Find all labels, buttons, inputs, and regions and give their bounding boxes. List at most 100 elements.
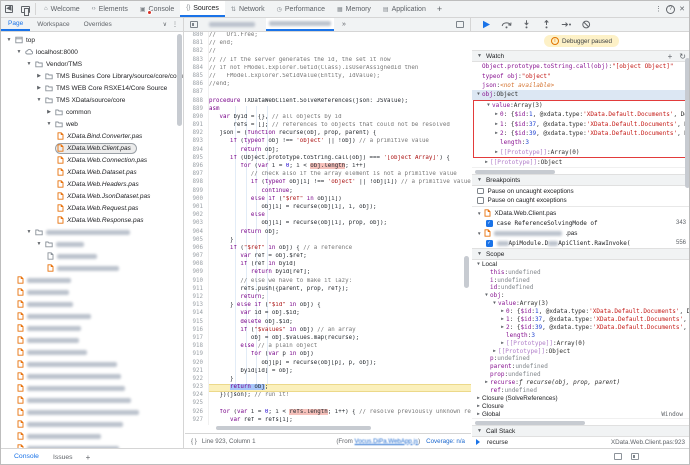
line-number[interactable]: 896 [185, 163, 209, 172]
code-line-909[interactable]: 909 return byid[ref]; [185, 269, 471, 278]
expander-icon[interactable]: ▶ [475, 412, 482, 417]
line-number[interactable]: 913 [185, 302, 209, 311]
tree-item-redacted[interactable] [1, 406, 177, 418]
code-line-883[interactable]: 883// // If the server generates the id,… [185, 56, 471, 65]
tree-item-redacted[interactable] [1, 394, 177, 406]
breakpoints-section-header[interactable]: ▼ Breakpoints [472, 174, 689, 187]
line-number[interactable]: 885 [185, 72, 209, 82]
tab-elements[interactable]: ‹› Elements [86, 1, 134, 17]
scope-row[interactable]: ▶ Closure (SolveReferences) [472, 394, 689, 402]
expander-icon[interactable]: ▶ [475, 396, 482, 401]
step-into-button[interactable] [521, 20, 532, 29]
expander-icon[interactable]: ▶ [491, 349, 498, 354]
line-number[interactable]: 899 [185, 187, 209, 196]
editor-tab[interactable] [206, 18, 258, 31]
code-line-915[interactable]: 915 delete obj.$id; [185, 318, 471, 327]
watch-row[interactable]: ▶ [[Prototype]]: Array(0) [474, 148, 687, 157]
line-number[interactable]: 918 [185, 343, 209, 352]
sourcemap-link[interactable]: Vocus.DiPa.WebApp.js [355, 438, 419, 445]
code-line-897[interactable]: 897 // check also if the array element i… [185, 171, 471, 180]
overflow-menu-icon[interactable]: ⋮ [172, 21, 178, 28]
line-number[interactable]: 905 [185, 236, 209, 245]
code-line-892[interactable]: 892 json = (function recurse(obj, prop, … [185, 130, 471, 139]
tab-console[interactable]: ▣ Console [134, 1, 180, 17]
line-number[interactable]: 891 [185, 122, 209, 131]
expander-icon[interactable]: ▼ [15, 49, 23, 55]
line-number[interactable]: 921 [185, 367, 209, 376]
scope-row[interactable]: ▶ recurse: ƒ recurse(obj, prop, parent) [472, 379, 689, 387]
scope-row[interactable]: ▼ Local [472, 260, 689, 268]
coverage-link[interactable]: Coverage: n/a [426, 438, 465, 445]
call-stack-section-header[interactable]: ▼ Call Stack [472, 425, 689, 438]
line-number[interactable]: 898 [185, 179, 209, 188]
more-menu-icon[interactable]: ⋮ [655, 5, 662, 13]
scope-row[interactable]: ▶ [[Prototype]]: Array(0) [472, 339, 689, 347]
expander-icon[interactable]: ▶ [493, 112, 500, 117]
scope-row[interactable]: prop: undefined [472, 371, 689, 379]
tree-item-top[interactable]: ▼ top [1, 34, 177, 46]
line-number[interactable]: 906 [185, 244, 209, 254]
navigator-tab-workspace[interactable]: Workspace [30, 18, 76, 31]
line-number[interactable]: 887 [185, 89, 209, 98]
drawer-tab-console[interactable]: Console [7, 449, 46, 464]
line-number[interactable]: 894 [185, 146, 209, 155]
checkbox-unchecked[interactable] [477, 197, 484, 204]
expander-icon[interactable]: ▶ [499, 317, 506, 322]
line-number[interactable]: 917 [185, 334, 209, 344]
drawer-tab-issues[interactable]: Issues [46, 449, 80, 464]
step-over-button[interactable] [501, 20, 512, 29]
checkbox-unchecked[interactable] [477, 187, 484, 195]
line-number[interactable]: 907 [185, 253, 209, 262]
expander-icon[interactable]: ▼ [475, 262, 482, 267]
code-line-887[interactable]: 887 [185, 89, 471, 98]
tree-item-redacted[interactable] [1, 250, 177, 262]
call-stack-frame[interactable]: recurse XData.Web.Client.pas:923 [472, 437, 689, 447]
tree-item-tms-busines-core-library-source-core-common[interactable]: ▶ TMS Busines Core Library/source/core/co… [1, 70, 183, 82]
watch-row[interactable]: ▼ obj : Object [472, 90, 689, 100]
code-line-891[interactable]: 891 refs = []; // references to objects … [185, 122, 471, 131]
expander-icon[interactable]: ▶ [35, 73, 43, 79]
expander-icon[interactable]: ▶ [483, 160, 490, 165]
scope-row[interactable]: this: undefined [472, 268, 689, 276]
code-line-924[interactable]: 924 })(json); // run it! [185, 392, 471, 401]
code-line-898[interactable]: 898 if (typeof obj[i] !== 'object' || !o… [185, 179, 471, 188]
line-number[interactable]: 922 [185, 375, 209, 385]
tab-sources[interactable]: {} Sources [180, 1, 225, 17]
watch-horizontal-scrollbar[interactable] [472, 167, 689, 174]
expander-icon[interactable]: ▼ [5, 37, 13, 43]
watch-row[interactable]: ▶ 2: {$id: 39, @xdata.type: 'XData.Defaul… [474, 129, 687, 138]
tree-item-web[interactable]: ▼ web [1, 118, 177, 130]
scope-section-header[interactable]: ▼ Scope [472, 248, 689, 261]
code-line-921[interactable]: 921 byid[id] = obj; [185, 367, 471, 376]
watch-row[interactable]: length: 3 [474, 138, 687, 147]
scope-row[interactable]: id: undefined [472, 284, 689, 292]
expander-icon[interactable]: ▼ [35, 241, 43, 247]
tree-item-redacted[interactable] [1, 430, 177, 442]
tree-item-xdata-bind-converter-pas[interactable]: XData.Bind.Converter.pas [1, 130, 177, 142]
scope-row[interactable]: length: 3 [472, 331, 689, 339]
tree-item-xdata-web-jsondataset-pas[interactable]: XData.Web.JsonDataset.pas [1, 190, 177, 202]
tab-welcome[interactable]: ⌂ Welcome [38, 1, 86, 17]
step-out-button[interactable] [541, 20, 552, 29]
scope-row[interactable]: ▶ Closure [472, 402, 689, 410]
watch-row[interactable]: ▶ 1: {$id: 37, @xdata.type: 'XData.Defaul… [474, 119, 687, 128]
code-line-927[interactable]: 927 var ref = refs[i]; [185, 416, 471, 425]
watch-section-header[interactable]: ▼ Watch + ↻ [472, 50, 689, 62]
line-number[interactable]: 895 [185, 154, 209, 163]
line-number[interactable]: 880 [185, 32, 209, 41]
editor-horizontal-scrollbar[interactable] [211, 426, 461, 431]
code-line-916[interactable]: 916 if ("$values" in obj) // an array [185, 326, 471, 335]
line-number[interactable]: 919 [185, 351, 209, 360]
code-line-882[interactable]: 882// [185, 48, 471, 57]
code-line-926[interactable]: 926 for (var i = 0; i < refs.length; i++… [185, 408, 471, 417]
line-number[interactable]: 927 [185, 416, 209, 425]
scope-row[interactable]: i: undefined [472, 276, 689, 284]
expander-icon[interactable]: ▼ [485, 103, 492, 108]
line-number[interactable]: 926 [185, 408, 209, 417]
tree-item-tms-web-core-rsxe14-core-source[interactable]: ▶ TMS WEB Core RSXE14/Core Source [1, 82, 177, 94]
navigator-tab-page[interactable]: Page [1, 18, 31, 31]
breakpoint-entry[interactable]: case ReferenceSolvingMode of 343 [472, 218, 689, 228]
line-number[interactable]: 920 [185, 359, 209, 368]
code-line-894[interactable]: 894 return obj; [185, 146, 471, 155]
tree-item-xdata-web-client-pas[interactable]: XData.Web.Client.pas [1, 142, 177, 154]
